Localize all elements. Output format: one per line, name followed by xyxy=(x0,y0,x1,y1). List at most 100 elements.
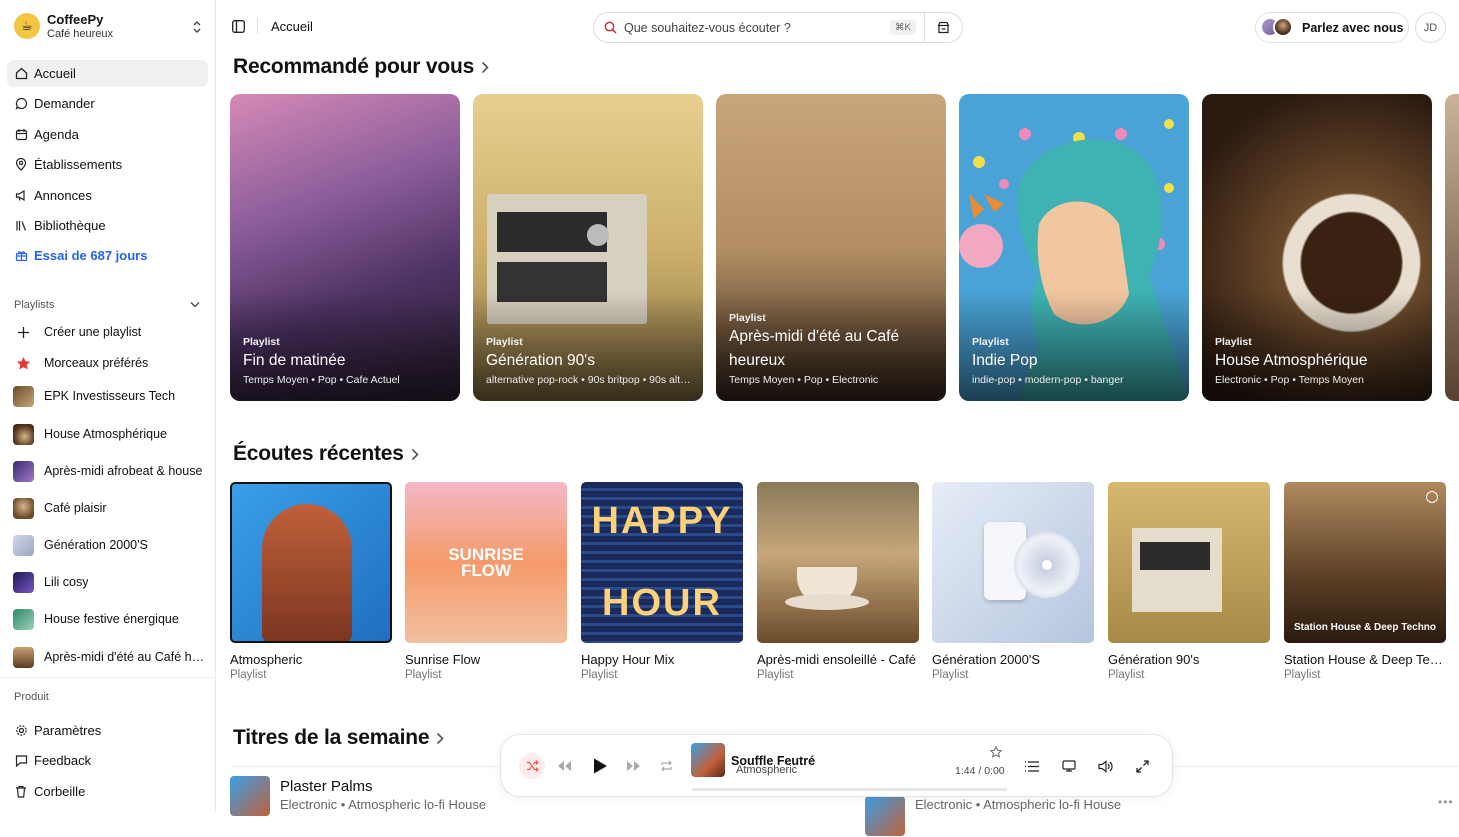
previous-button[interactable] xyxy=(551,753,577,779)
location-pin-icon xyxy=(14,158,28,172)
trash-icon xyxy=(14,785,28,799)
play-button[interactable] xyxy=(587,753,613,779)
playlist-card[interactable]: Playlist Après-midi d'été au Café heureu… xyxy=(716,94,946,401)
nav-annonces[interactable]: Annonces xyxy=(7,182,208,209)
sidebar-playlist-item[interactable]: House festive énergique xyxy=(13,606,208,632)
item-subtitle: Playlist xyxy=(932,669,969,681)
recent-item[interactable]: Station House & Deep Techno Station Hous… xyxy=(1284,482,1446,681)
queue-button[interactable] xyxy=(1019,753,1045,779)
track-cover xyxy=(230,776,270,816)
card-tags: Temps Moyen • Pop • Electronic xyxy=(729,374,879,386)
recent-item[interactable]: SUNRISE FLOW Sunrise Flow Playlist xyxy=(405,482,567,681)
cover-text: HAPPY xyxy=(591,500,733,542)
nav-accueil[interactable]: Accueil xyxy=(7,60,208,87)
nav-etablissements[interactable]: Établissements xyxy=(7,151,208,178)
recent-item[interactable]: Atmospheric Playlist xyxy=(230,482,392,681)
gear-icon xyxy=(14,724,28,738)
fullscreen-button[interactable] xyxy=(1129,753,1155,779)
sidebar-playlist-item[interactable]: House Atmosphérique xyxy=(13,421,208,447)
contact-button[interactable]: Parlez avec nous xyxy=(1255,12,1409,43)
nav-corbeille[interactable]: Corbeille xyxy=(7,778,208,805)
playlist-card-peek[interactable] xyxy=(1445,94,1459,401)
nav-label: Agenda xyxy=(34,127,79,142)
playlist-thumbnail xyxy=(13,423,34,445)
playlist-thumbnail xyxy=(13,571,34,593)
volume-button[interactable] xyxy=(1092,753,1118,779)
cover-art: Station House & Deep Techno xyxy=(1284,482,1446,643)
chevron-right-icon xyxy=(437,732,445,744)
more-options-icon[interactable]: ••• xyxy=(1438,795,1454,809)
sidebar-playlist-item[interactable]: Lili cosy xyxy=(13,569,208,595)
nav-demander[interactable]: Demander xyxy=(7,90,208,117)
now-playing-artist: Atmospheric xyxy=(736,764,798,776)
nav-label: Corbeille xyxy=(34,784,86,799)
playlist-card[interactable]: Playlist Indie Pop indie-pop • modern-po… xyxy=(959,94,1189,401)
volume-icon xyxy=(1097,759,1113,773)
sidebar-playlist-item[interactable]: Café plaisir xyxy=(13,495,208,521)
library-icon xyxy=(14,219,28,233)
avatar xyxy=(1273,17,1293,37)
card-kind: Playlist xyxy=(486,336,523,348)
nav-label: Feedback xyxy=(34,753,92,768)
user-avatar[interactable]: JD xyxy=(1415,12,1446,43)
progress-bar[interactable] xyxy=(692,788,1007,791)
item-subtitle: Playlist xyxy=(1108,669,1145,681)
favorites-item[interactable]: Morceaux préférés xyxy=(13,350,208,376)
recent-item[interactable]: Génération 90's Playlist xyxy=(1108,482,1270,681)
nav-feedback[interactable]: Feedback xyxy=(7,747,208,774)
weekly-heading[interactable]: Titres de la semaine xyxy=(233,726,445,750)
recent-heading[interactable]: Écoutes récentes xyxy=(233,442,419,466)
divider xyxy=(257,18,258,34)
nav-label: Bibliothèque xyxy=(34,218,106,233)
gift-icon xyxy=(14,249,28,263)
cover-art xyxy=(757,482,919,643)
home-icon xyxy=(14,67,28,81)
chevron-right-icon xyxy=(481,61,489,73)
item-title: Sunrise Flow xyxy=(405,652,481,667)
device-icon xyxy=(1062,760,1076,772)
recent-item[interactable]: Génération 2000'S Playlist xyxy=(932,482,1094,681)
play-icon xyxy=(594,758,607,774)
playlist-name: House festive énergique xyxy=(44,612,179,626)
create-playlist-button[interactable]: Créer une playlist xyxy=(13,319,208,345)
card-kind: Playlist xyxy=(729,312,766,324)
workspace-switcher[interactable]: ☕ CoffeePy Café heureux xyxy=(12,11,206,43)
sidebar-playlist-item[interactable]: Génération 2000'S xyxy=(13,532,208,558)
card-title: Génération 90's xyxy=(486,352,595,369)
cover-art xyxy=(230,482,392,643)
playlists-section-header[interactable]: Playlists xyxy=(14,299,202,311)
shuffle-button[interactable] xyxy=(519,753,545,779)
playlist-name: Génération 2000'S xyxy=(44,538,148,552)
megaphone-icon xyxy=(14,189,28,203)
recent-item[interactable]: HAPPY HOUR Happy Hour Mix Playlist xyxy=(581,482,743,681)
track-meta: Electronic • Atmospheric lo-fi House xyxy=(280,797,487,812)
nav-trial[interactable]: Essai de 687 jours xyxy=(7,242,208,269)
playlist-card[interactable]: Playlist Fin de matinée Temps Moyen • Po… xyxy=(230,94,460,401)
recommended-heading[interactable]: Recommandé pour vous xyxy=(233,55,489,79)
divider xyxy=(0,677,216,678)
device-button[interactable] xyxy=(1056,753,1082,779)
sidebar-playlist-item[interactable]: Après-midi afrobeat & house xyxy=(13,458,208,484)
player-bar: Souffle Feutré Atmospheric 1:44 / 0:00 xyxy=(500,734,1173,797)
recent-item[interactable]: Après-midi ensoleillé - Café Playlist xyxy=(757,482,919,681)
next-button[interactable] xyxy=(621,753,647,779)
sidebar-playlist-item[interactable]: Après-midi d'été au Café heureux xyxy=(13,644,208,670)
repeat-button[interactable] xyxy=(653,753,679,779)
track-meta: Electronic • Atmospheric lo-fi House xyxy=(915,797,1122,812)
sidebar-playlist-item[interactable]: EPK Investisseurs Tech xyxy=(13,383,208,409)
star-outline-icon[interactable] xyxy=(990,746,1002,758)
sidebar-toggle-icon[interactable] xyxy=(232,20,245,33)
nav-agenda[interactable]: Agenda xyxy=(7,121,208,148)
nav-bibliotheque[interactable]: Bibliothèque xyxy=(7,212,208,239)
store-icon[interactable] xyxy=(937,21,950,34)
section-title: Titres de la semaine xyxy=(233,726,430,749)
search-bar[interactable]: Que souhaitez-vous écouter ? ⌘K xyxy=(593,12,963,43)
playlist-card[interactable]: Playlist House Atmosphérique Electronic … xyxy=(1202,94,1432,401)
playlist-card[interactable]: Playlist Génération 90's alternative pop… xyxy=(473,94,703,401)
product-section-header: Produit xyxy=(14,691,49,703)
search-input[interactable]: Que souhaitez-vous écouter ? xyxy=(624,21,791,35)
breadcrumb: Accueil xyxy=(271,19,313,34)
nav-parametres[interactable]: Paramètres xyxy=(7,717,208,744)
item-title: Après-midi ensoleillé - Café xyxy=(757,652,916,667)
cover-text: HOUR xyxy=(602,582,722,624)
